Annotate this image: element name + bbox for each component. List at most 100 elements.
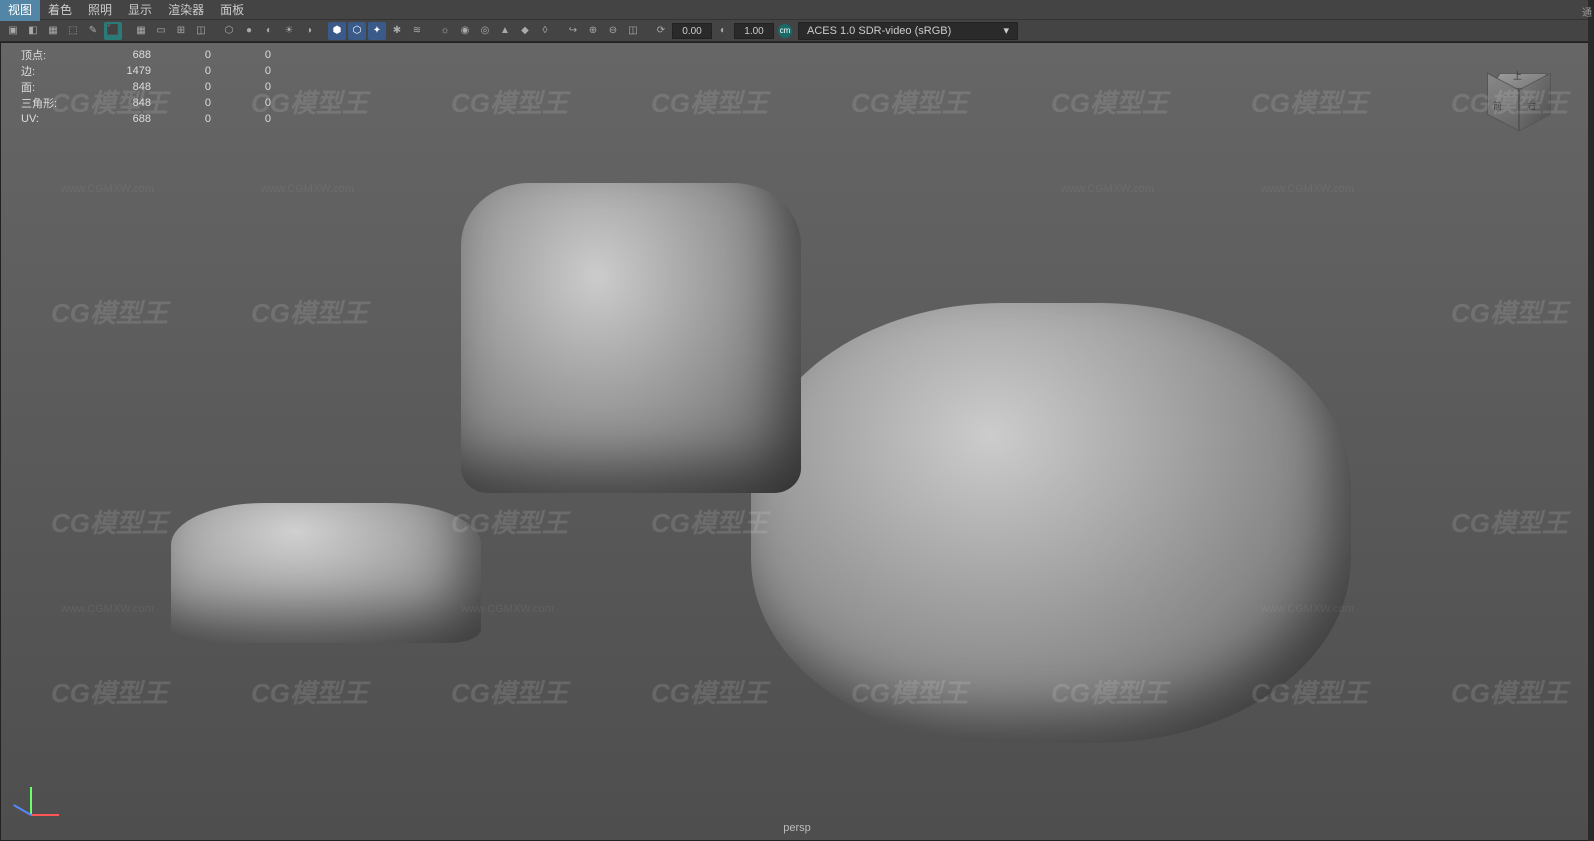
stats-faces-label: 面: [21, 79, 81, 95]
watermark: CG模型王 [451, 673, 568, 710]
watermark-url: www.CGMXW.com [61, 603, 154, 615]
motion-blur-icon[interactable]: ≋ [408, 22, 426, 40]
menu-view[interactable]: 视图 [0, 0, 40, 21]
axis-y-icon [30, 787, 32, 815]
watermark: CG模型王 [851, 83, 968, 120]
smooth-shade-icon[interactable]: ● [240, 22, 258, 40]
watermark: CG模型王 [451, 83, 568, 120]
stats-tris-total: 848 [81, 97, 151, 109]
panel-toolbar: ▣ ◧ ▦ ⬚ ✎ ⬛ ▦ ▭ ⊞ ◫ ⬡ ● ◐ ☀ ◑ ⬢ ⬡ ✦ ✱ ≋ … [0, 20, 1594, 42]
view-cube-front-label: 前 [1493, 99, 1502, 112]
watermark: CG模型王 [1451, 503, 1568, 540]
mesh-object-slice[interactable] [171, 503, 481, 643]
mesh-object-chest[interactable] [461, 183, 801, 493]
stats-verts-c: 0 [211, 49, 271, 61]
color-management-icon[interactable]: cm [778, 24, 792, 38]
color-space-label: ACES 1.0 SDR-video (sRGB) [807, 25, 951, 37]
stats-row-uv: UV: 688 0 0 [21, 111, 271, 127]
exposure-input[interactable]: 0.00 [672, 23, 712, 39]
stats-faces-sel: 0 [151, 81, 211, 93]
view-cube[interactable]: 前 右 上 [1483, 61, 1553, 131]
multi-sample-icon[interactable]: ◆ [516, 22, 534, 40]
mesh-object-capsule[interactable] [751, 303, 1351, 743]
grid-toggle-icon[interactable]: ▦ [132, 22, 150, 40]
gamma-icon[interactable]: ◐ [714, 22, 732, 40]
watermark: CG模型王 [1051, 83, 1168, 120]
menu-lighting[interactable]: 照明 [80, 0, 120, 21]
resolution-gate-icon[interactable]: ⊞ [172, 22, 190, 40]
axis-gizmo[interactable] [21, 776, 71, 826]
stats-uv-label: UV: [21, 113, 81, 125]
watermark: CG模型王 [1251, 83, 1368, 120]
isolate-remove-icon[interactable]: ⊖ [604, 22, 622, 40]
stats-row-tris: 三角形: 848 0 0 [21, 95, 271, 111]
ao-icon[interactable]: ◎ [476, 22, 494, 40]
grease-pencil-icon[interactable]: ✎ [84, 22, 102, 40]
axis-z-icon [13, 804, 31, 816]
view-cube-right-label: 右 [1527, 99, 1536, 112]
2d-pan-zoom-icon[interactable]: ⬚ [64, 22, 82, 40]
viewport-3d[interactable]: 顶点: 688 0 0 边: 1479 0 0 面: 848 0 0 三角形: … [0, 42, 1594, 841]
stats-uv-sel: 0 [151, 113, 211, 125]
use-all-lights-icon[interactable]: ☀ [280, 22, 298, 40]
shadows-icon[interactable]: ◑ [300, 22, 318, 40]
stats-tris-sel: 0 [151, 97, 211, 109]
stats-verts-label: 顶点: [21, 47, 81, 63]
stats-row-edges: 边: 1479 0 0 [21, 63, 271, 79]
watermark-url: www.CGMXW.com [61, 183, 154, 195]
watermark-url: www.CGMXW.com [261, 183, 354, 195]
select-camera-icon[interactable]: ▣ [4, 22, 22, 40]
default-quality-icon[interactable]: ✱ [388, 22, 406, 40]
menu-shading[interactable]: 着色 [40, 0, 80, 21]
active-tool-icon[interactable]: ⬛ [104, 22, 122, 40]
menu-renderer[interactable]: 渲染器 [160, 0, 212, 21]
stats-uv-c: 0 [211, 113, 271, 125]
stats-verts-sel: 0 [151, 49, 211, 61]
gamma-input[interactable]: 1.00 [734, 23, 774, 39]
watermark: CG模型王 [251, 293, 368, 330]
gate-mask-icon[interactable]: ◫ [192, 22, 210, 40]
anti-alias-icon[interactable]: ▲ [496, 22, 514, 40]
depth-of-field-icon[interactable]: ◊ [536, 22, 554, 40]
stats-uv-total: 688 [81, 113, 151, 125]
stats-edges-total: 1479 [81, 65, 151, 77]
color-space-dropdown[interactable]: ACES 1.0 SDR-video (sRGB) ▾ [798, 22, 1018, 40]
chevron-down-icon: ▾ [1003, 24, 1009, 37]
isolate-icon[interactable]: ⬢ [328, 22, 346, 40]
stats-edges-sel: 0 [151, 65, 211, 77]
view-cube-top-label: 上 [1513, 69, 1522, 82]
bookmark-icon[interactable]: ◧ [24, 22, 42, 40]
menu-panels[interactable]: 面板 [212, 0, 252, 21]
stats-row-faces: 面: 848 0 0 [21, 79, 271, 95]
textured-icon[interactable]: ◐ [260, 22, 278, 40]
xray-icon[interactable]: ⬡ [348, 22, 366, 40]
isolate-toggle-icon[interactable]: ◫ [624, 22, 642, 40]
exposure-icon[interactable]: ⟳ [652, 22, 670, 40]
stats-edges-c: 0 [211, 65, 271, 77]
watermark-url: www.CGMXW.com [1061, 183, 1154, 195]
stats-faces-c: 0 [211, 81, 271, 93]
light-icon[interactable]: ☼ [436, 22, 454, 40]
right-panel-collapsed[interactable]: 通 [1588, 0, 1594, 841]
film-gate-icon[interactable]: ▭ [152, 22, 170, 40]
stats-tris-label: 三角形: [21, 95, 81, 111]
camera-name-label: persp [783, 822, 811, 834]
xray-joints-icon[interactable]: ✦ [368, 22, 386, 40]
stats-row-verts: 顶点: 688 0 0 [21, 47, 271, 63]
wireframe-icon[interactable]: ⬡ [220, 22, 238, 40]
watermark: CG模型王 [651, 83, 768, 120]
stats-edges-label: 边: [21, 63, 81, 79]
menu-show[interactable]: 显示 [120, 0, 160, 21]
two-sided-icon[interactable]: ◉ [456, 22, 474, 40]
watermark: CG模型王 [1451, 293, 1568, 330]
isolate-select-icon[interactable]: ↪ [564, 22, 582, 40]
axis-x-icon [31, 814, 59, 816]
isolate-add-icon[interactable]: ⊕ [584, 22, 602, 40]
stats-tris-c: 0 [211, 97, 271, 109]
right-panel-label: 通 [1582, 4, 1592, 19]
stats-verts-total: 688 [81, 49, 151, 61]
watermark: CG模型王 [1451, 673, 1568, 710]
polycount-hud: 顶点: 688 0 0 边: 1479 0 0 面: 848 0 0 三角形: … [21, 47, 271, 127]
image-plane-icon[interactable]: ▦ [44, 22, 62, 40]
watermark: CG模型王 [51, 293, 168, 330]
